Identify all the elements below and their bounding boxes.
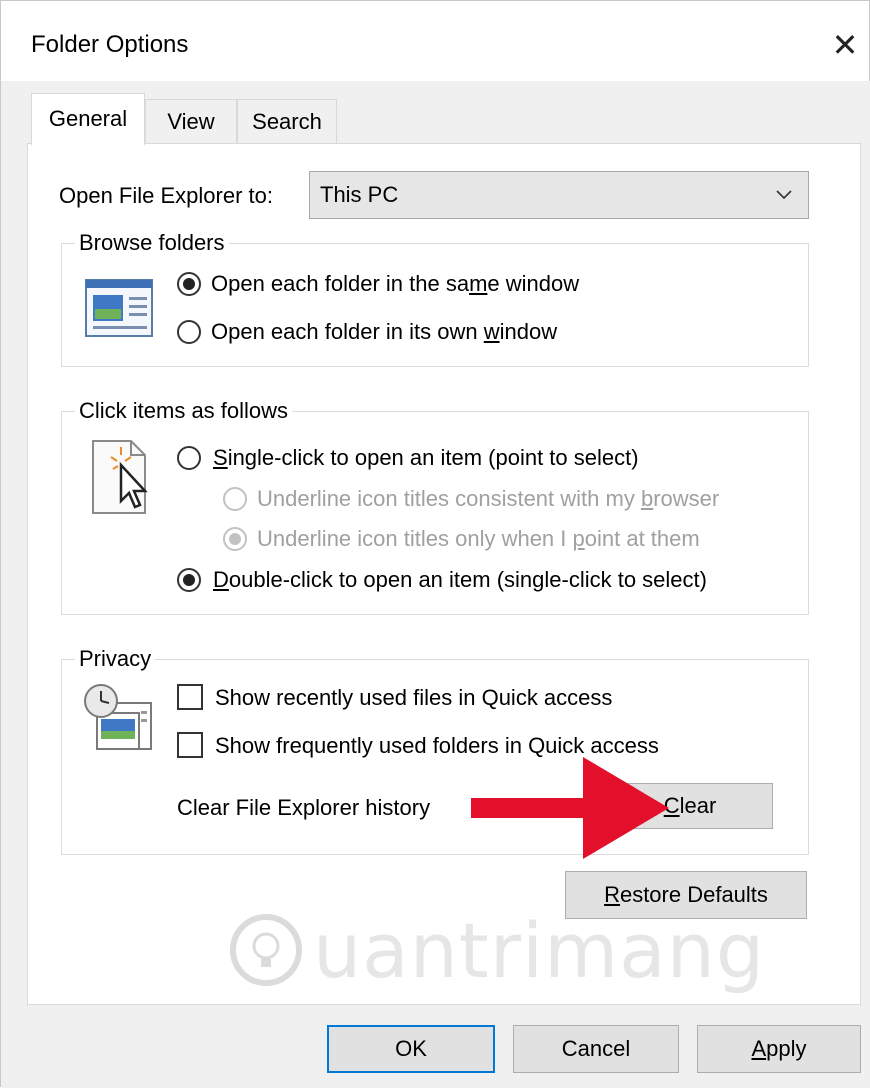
- own-window-label[interactable]: Open each folder in its own window: [211, 319, 557, 345]
- open-to-dropdown[interactable]: This PC: [309, 171, 809, 219]
- ok-button[interactable]: OK: [327, 1025, 495, 1073]
- tab-general[interactable]: General: [31, 93, 145, 145]
- browse-folders-legend: Browse folders: [75, 230, 229, 256]
- red-arrow-icon: [471, 757, 669, 859]
- watermark-text: uantrimang: [313, 906, 766, 995]
- open-to-label: Open File Explorer to:: [59, 183, 273, 208]
- radio-double-click[interactable]: [177, 568, 201, 592]
- same-window-label[interactable]: Open each folder in the same window: [211, 271, 579, 297]
- chevron-down-icon: [776, 190, 792, 200]
- double-click-label[interactable]: Double-click to open an item (single-cli…: [213, 567, 707, 593]
- apply-button[interactable]: Apply: [697, 1025, 861, 1073]
- dialog-title: Folder Options: [31, 31, 189, 58]
- watermark-logo-icon: [230, 914, 302, 986]
- open-to-value: This PC: [320, 182, 399, 207]
- underline-point-label: Underline icon titles only when I point …: [257, 526, 700, 551]
- close-icon[interactable]: ✕: [825, 25, 865, 65]
- radio-underline-browser[interactable]: [223, 487, 247, 511]
- clear-history-label: Clear File Explorer history: [177, 795, 431, 820]
- radio-same-window[interactable]: [177, 272, 201, 296]
- cancel-button[interactable]: Cancel: [513, 1025, 679, 1073]
- tab-view[interactable]: View: [145, 99, 237, 143]
- underline-browser-label: Underline icon titles consistent with my…: [257, 486, 720, 511]
- radio-single-click[interactable]: [177, 446, 201, 470]
- checkbox-frequent-folders[interactable]: [177, 732, 203, 758]
- radio-own-window[interactable]: [177, 320, 201, 344]
- checkbox-recent-files[interactable]: [177, 684, 203, 710]
- single-click-label[interactable]: Single-click to open an item (point to s…: [213, 445, 639, 471]
- click-items-legend: Click items as follows: [75, 398, 293, 424]
- window-layout-icon: [85, 279, 153, 337]
- recent-files-label[interactable]: Show recently used files in Quick access: [215, 685, 612, 711]
- folder-options-dialog: Folder Options ✕ General View Search Ope…: [0, 0, 870, 1088]
- browse-folders-group: [61, 243, 809, 367]
- radio-underline-point[interactable]: [223, 527, 247, 551]
- pointer-click-icon: [92, 440, 148, 514]
- clock-documents-icon: [84, 684, 152, 750]
- privacy-legend: Privacy: [75, 646, 156, 672]
- tab-search[interactable]: Search: [237, 99, 337, 143]
